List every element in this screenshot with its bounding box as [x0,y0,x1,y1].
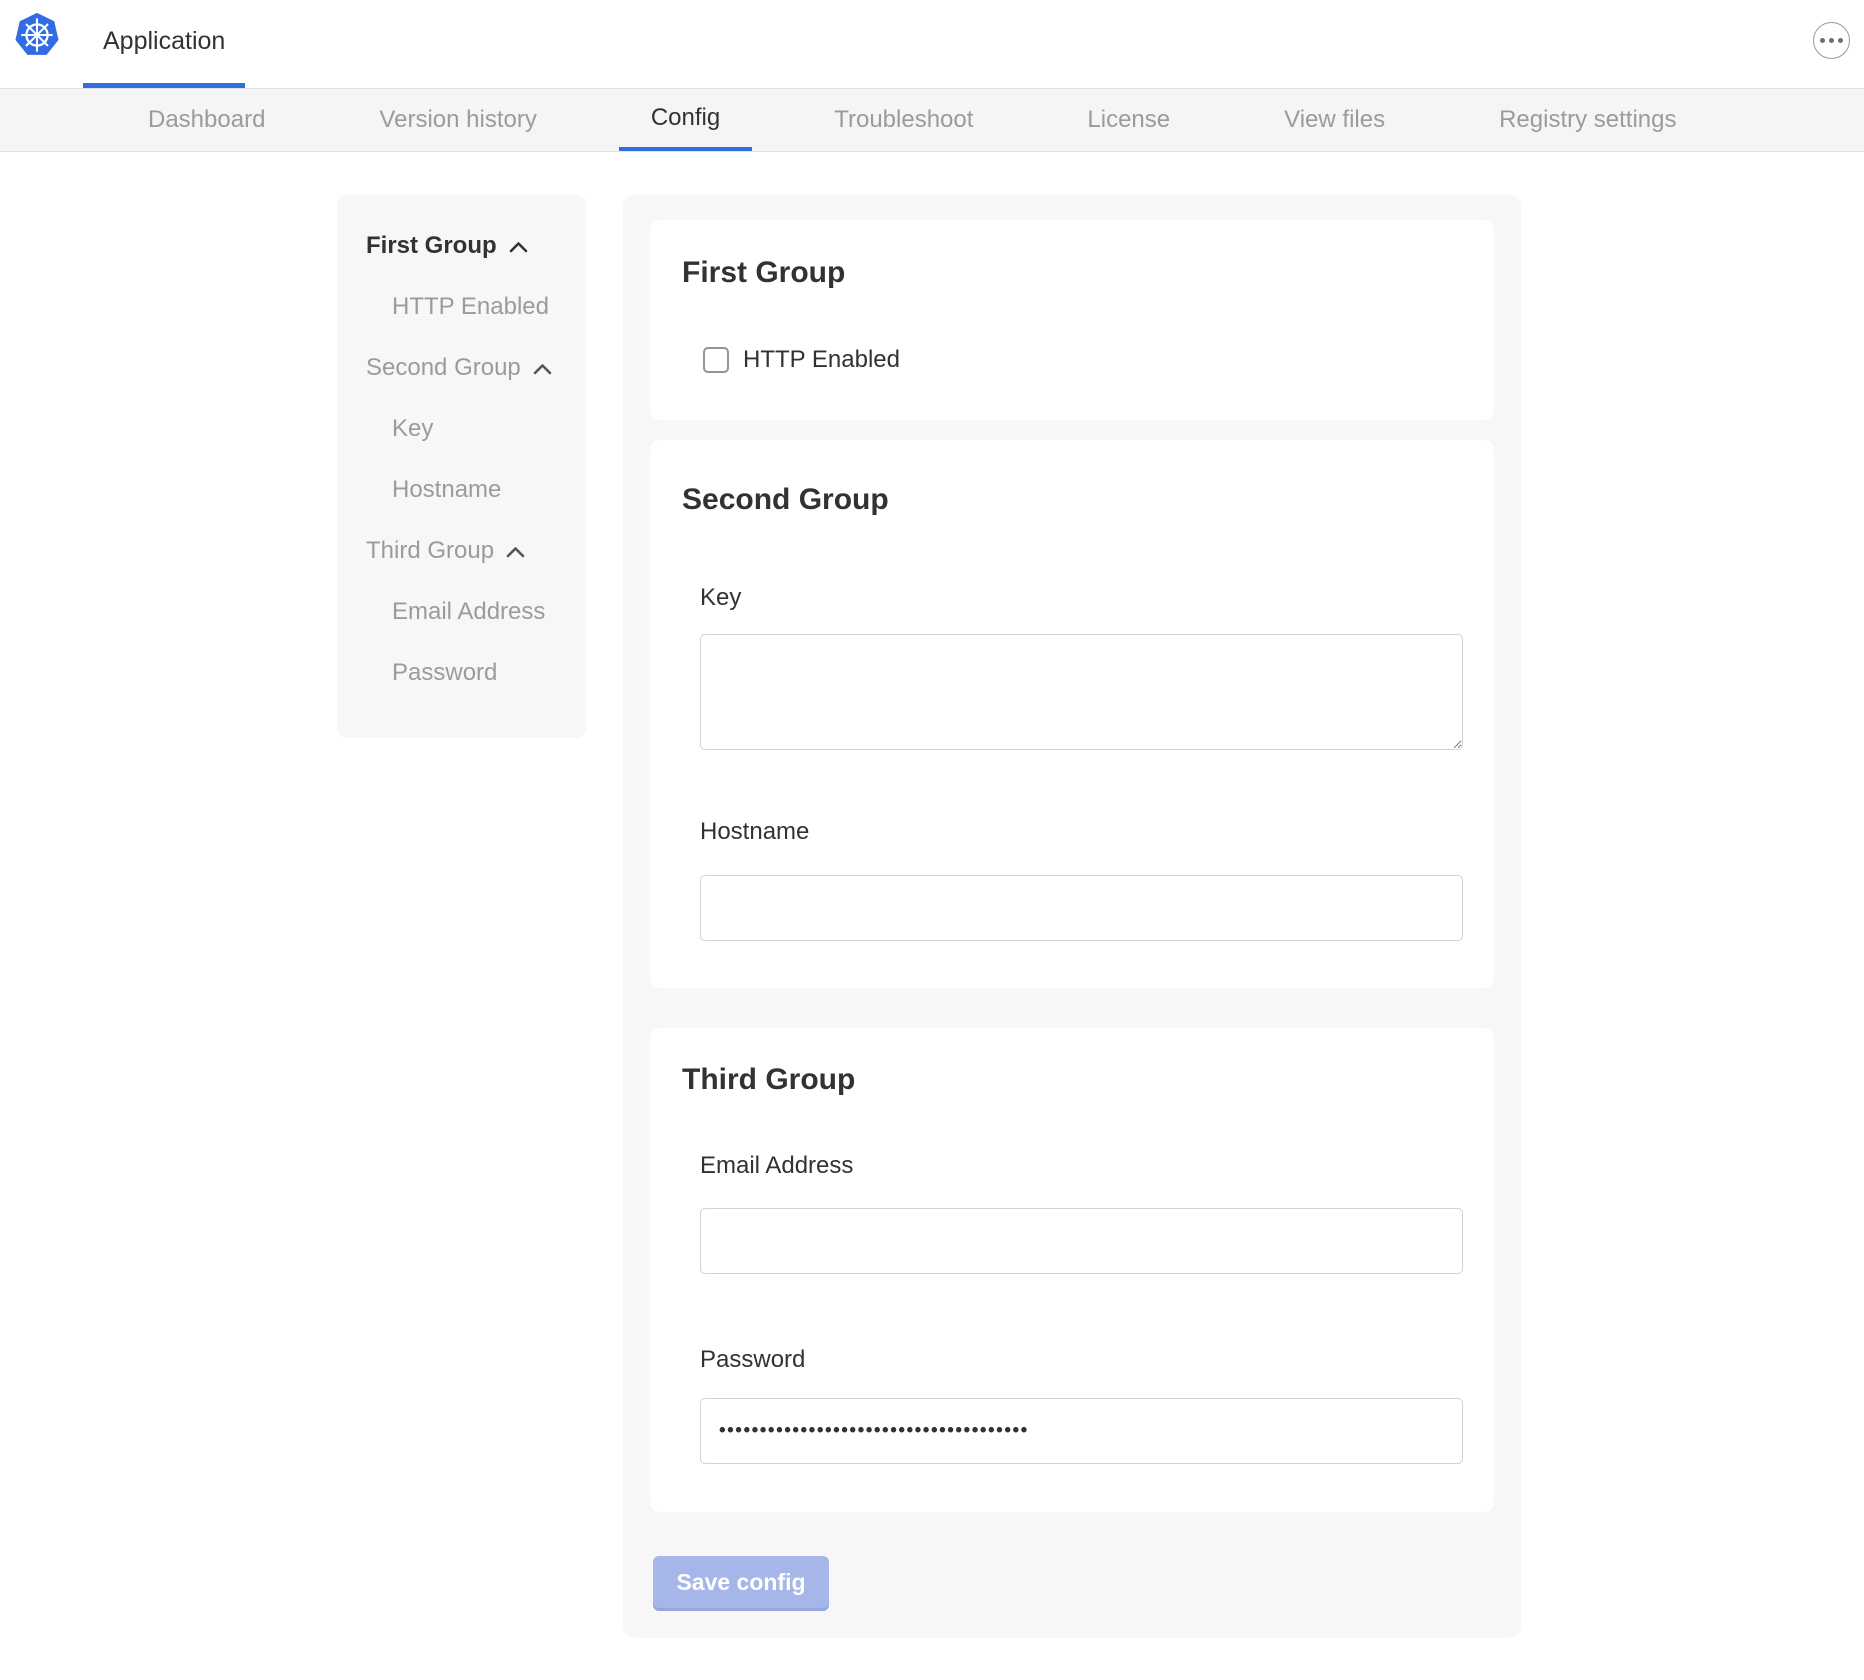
tab-config[interactable]: Config [619,89,752,151]
tab-troubleshoot[interactable]: Troubleshoot [802,89,1005,151]
sidebar-group-label: Second Group [366,354,521,382]
http-enabled-checkbox[interactable] [703,347,729,373]
sidebar-group-third-group[interactable]: Third Group [366,520,586,581]
tab-view-files[interactable]: View files [1252,89,1417,151]
group-title: Second Group [682,483,1463,517]
sidebar-item-hostname[interactable]: Hostname [392,459,586,520]
config-sidebar: First Group HTTP Enabled Second Group Ke… [337,195,586,738]
sidebar-item-password[interactable]: Password [392,642,586,703]
sidebar-item-key[interactable]: Key [392,398,586,459]
chevron-up-icon [506,546,525,558]
password-input[interactable] [700,1398,1463,1464]
key-textarea[interactable] [700,634,1463,750]
email-address-input[interactable] [700,1208,1463,1274]
email-address-label: Email Address [700,1149,1463,1183]
sidebar-group-label: First Group [366,232,497,260]
top-bar: Application [0,0,1864,88]
save-config-button[interactable]: Save config [653,1556,829,1608]
http-enabled-field: HTTP Enabled [703,343,1463,377]
sidebar-group-label: Third Group [366,537,494,565]
sidebar-group-second-group[interactable]: Second Group [366,337,586,398]
hostname-input[interactable] [700,875,1463,941]
config-group-second: Second Group Key Hostname [650,440,1494,988]
kubernetes-logo-icon [14,12,60,58]
chevron-up-icon [509,241,528,253]
config-group-third: Third Group Email Address Password [650,1028,1494,1512]
http-enabled-label[interactable]: HTTP Enabled [743,343,900,377]
ellipsis-icon [1820,38,1825,43]
app-nav-bar: Dashboard Version history Config Trouble… [0,88,1864,152]
sidebar-item-email-address[interactable]: Email Address [392,581,586,642]
tab-license[interactable]: License [1055,89,1202,151]
hostname-label: Hostname [700,815,1463,849]
config-group-first: First Group HTTP Enabled [650,220,1494,420]
sidebar-item-http-enabled[interactable]: HTTP Enabled [392,276,586,337]
application-tab[interactable]: Application [83,0,245,88]
group-title: Third Group [682,1063,1463,1097]
key-label: Key [700,581,1463,615]
chevron-up-icon [533,363,552,375]
config-form-panel: First Group HTTP Enabled Second Group Ke… [623,195,1521,1638]
tab-dashboard[interactable]: Dashboard [116,89,297,151]
tab-version-history[interactable]: Version history [347,89,568,151]
group-title: First Group [682,256,1463,290]
more-options-button[interactable] [1813,22,1850,59]
tab-registry-settings[interactable]: Registry settings [1467,89,1708,151]
password-label: Password [700,1343,1463,1377]
sidebar-group-first-group[interactable]: First Group [366,215,586,276]
